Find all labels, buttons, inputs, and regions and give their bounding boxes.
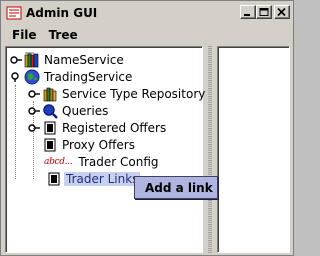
tree-node-label: TradingService [44,70,133,84]
tree-node-nameservice[interactable]: NameService [10,52,126,68]
tree-node-trader-links[interactable]: Trader Links [46,171,141,187]
maximize-icon [259,7,269,16]
close-button[interactable] [274,5,290,19]
tree-node-label: Queries [62,104,109,118]
expand-toggle-icon[interactable] [28,106,40,116]
tree-node-label: Trader Config [78,155,159,169]
tree-connector [15,85,16,179]
expand-toggle-icon[interactable] [28,123,40,133]
expand-toggle-icon[interactable] [28,89,40,99]
tree-panel[interactable]: NameService TradingService Service Type … [5,46,205,253]
tree-node-registered-offers[interactable]: Registered Offers [28,120,168,136]
menu-tree[interactable]: Tree [43,28,84,42]
tree-node-trader-config[interactable]: abcd... Trader Config [44,154,161,170]
close-icon [277,7,286,16]
tree-node-queries[interactable]: Queries [28,103,110,119]
document-icon [48,172,60,186]
tree-node-label: NameService [44,53,124,67]
maximize-button[interactable] [256,5,272,19]
books-icon [43,87,57,102]
globe-icon [24,69,40,85]
split-pane-divider[interactable] [205,46,215,253]
expand-toggle-icon[interactable] [10,55,22,65]
tree-node-label: Service Type Repository [62,87,206,101]
context-menu-add-link[interactable]: Add a link [145,181,213,195]
magnifier-icon [43,104,58,119]
detail-panel [217,46,290,253]
tree-node-label: Proxy Offers [62,138,135,152]
books-icon [24,52,39,68]
document-icon [44,138,56,152]
minimize-button[interactable] [240,5,256,19]
menu-file[interactable]: File [6,28,43,42]
app-window: Admin GUI File Tree NameService TradingS… [0,0,294,256]
tree-node-tradingservice[interactable]: TradingService [10,69,134,85]
document-icon [44,121,56,135]
window-title: Admin GUI [26,6,98,20]
text-icon: abcd... [44,157,73,167]
collapse-toggle-icon[interactable] [10,72,22,82]
tree-node-label: Trader Links [64,172,141,186]
minimize-icon [244,14,250,16]
divider-grip [208,46,212,253]
menu-bar: File Tree [2,25,292,45]
context-menu: Add a link [134,176,218,199]
app-icon [6,5,22,21]
tree-node-proxy-offers[interactable]: Proxy Offers [42,137,137,153]
tree-node-service-type-repository[interactable]: Service Type Repository [28,86,207,102]
tree-node-label: Registered Offers [62,121,167,135]
title-bar[interactable]: Admin GUI [2,2,292,24]
